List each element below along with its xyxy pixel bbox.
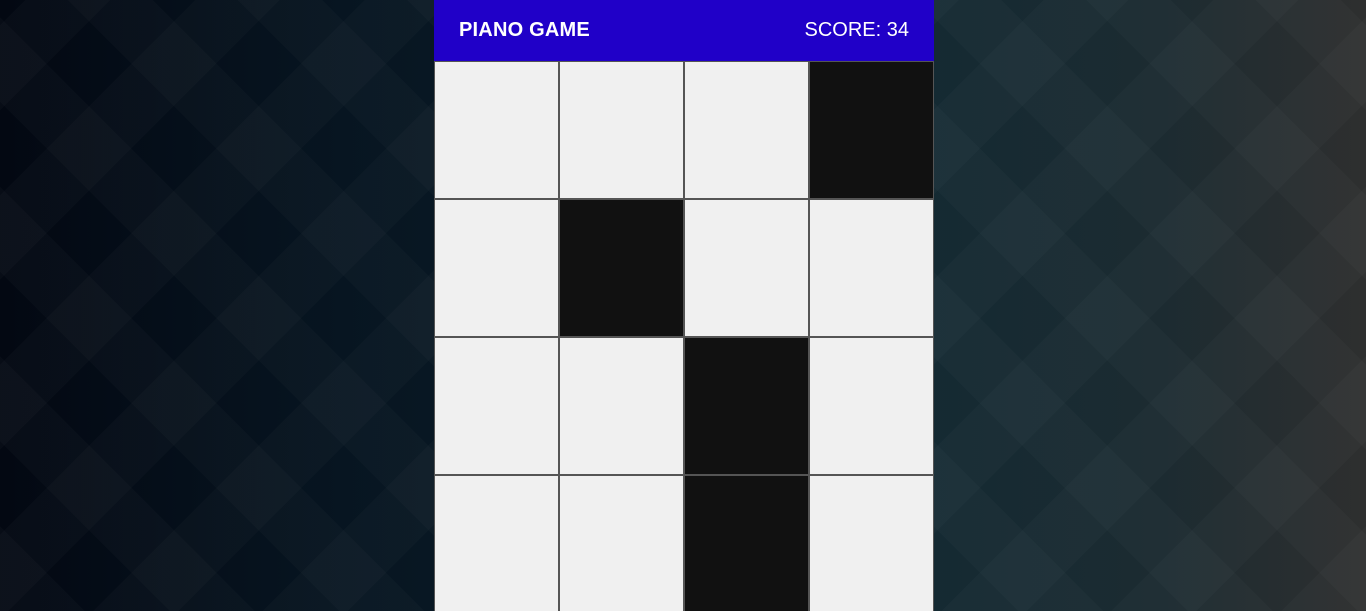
white-tile[interactable] bbox=[434, 61, 559, 199]
white-tile[interactable] bbox=[684, 61, 809, 199]
white-tile[interactable] bbox=[559, 475, 684, 611]
game-title: PIANO GAME bbox=[459, 19, 590, 41]
white-tile[interactable] bbox=[809, 199, 934, 337]
white-tile[interactable] bbox=[434, 337, 559, 475]
game-panel: PIANO GAME SCORE: 34 bbox=[434, 0, 934, 611]
game-header: PIANO GAME SCORE: 34 bbox=[434, 0, 934, 61]
white-tile[interactable] bbox=[434, 475, 559, 611]
white-tile[interactable] bbox=[809, 475, 934, 611]
black-tile[interactable] bbox=[559, 199, 684, 337]
white-tile[interactable] bbox=[684, 199, 809, 337]
white-tile[interactable] bbox=[559, 337, 684, 475]
black-tile[interactable] bbox=[684, 475, 809, 611]
white-tile[interactable] bbox=[434, 199, 559, 337]
tile-board bbox=[434, 61, 934, 611]
white-tile[interactable] bbox=[559, 61, 684, 199]
score-display: SCORE: 34 bbox=[804, 19, 909, 41]
white-tile[interactable] bbox=[809, 337, 934, 475]
black-tile[interactable] bbox=[684, 337, 809, 475]
black-tile[interactable] bbox=[809, 61, 934, 199]
